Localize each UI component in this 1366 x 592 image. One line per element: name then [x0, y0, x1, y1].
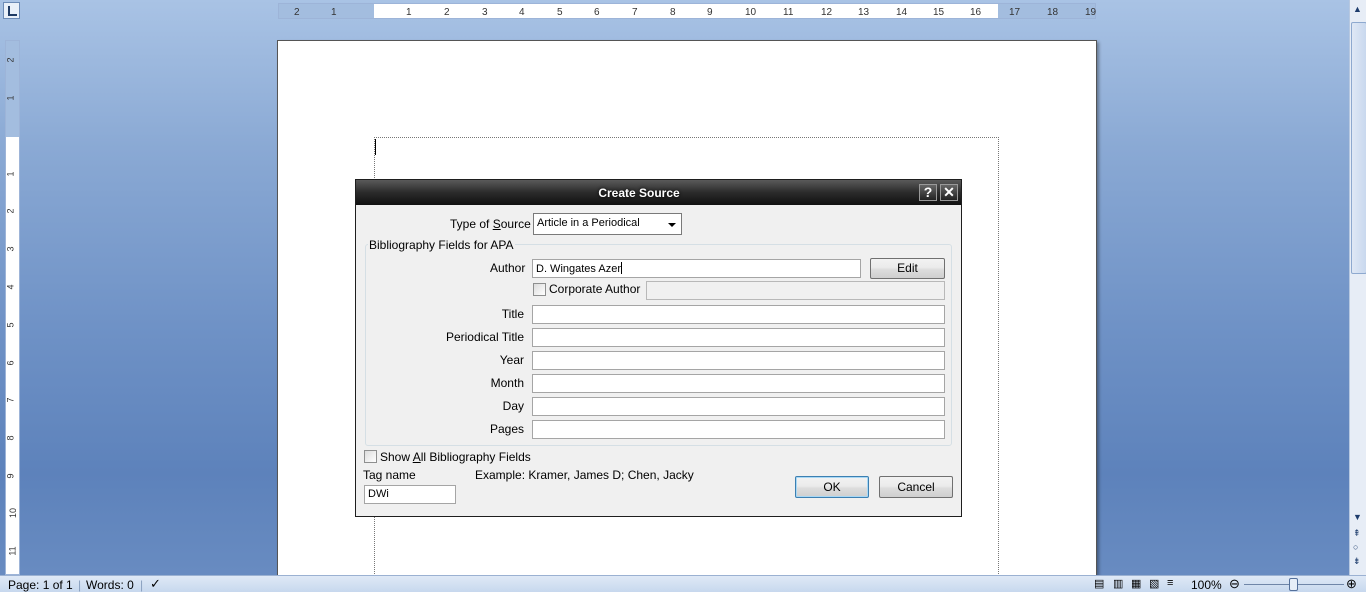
ruler-tick: 16 [970, 7, 982, 18]
zoom-in-icon[interactable]: ⊕ [1346, 576, 1357, 592]
ruler-tick: 12 [821, 7, 833, 18]
ok-button[interactable]: OK [795, 476, 869, 498]
ruler-tick: 6 [5, 360, 16, 366]
year-label: Year [499, 353, 524, 367]
ruler-tick: 18 [1047, 7, 1059, 18]
ruler-tick: 2 [5, 57, 16, 63]
corporate-author-label: Corporate Author [549, 282, 641, 296]
ruler-tick: 2 [294, 7, 300, 18]
ruler-top-margin [6, 41, 19, 137]
ruler-tick: 10 [745, 7, 757, 18]
ruler-tick: 2 [444, 7, 450, 18]
show-all-fields-checkbox[interactable] [364, 450, 377, 463]
word-count[interactable]: Words: 0 [86, 578, 134, 592]
month-label: Month [490, 376, 524, 390]
outline-icon[interactable]: ▧ [1149, 577, 1159, 590]
cancel-button[interactable]: Cancel [879, 476, 953, 498]
edit-author-button[interactable]: Edit [870, 258, 945, 279]
ruler-tick: 1 [406, 7, 412, 18]
ruler-tick: 1 [5, 95, 16, 101]
horizontal-ruler[interactable]: 2 1 1 2 3 4 5 6 7 8 9 10 11 12 13 14 15 16 17 18 19 [278, 3, 1096, 19]
example-text: Example: Kramer, James D; Chen, Jacky [475, 468, 694, 482]
year-field[interactable] [532, 351, 945, 370]
scroll-up-icon[interactable]: ▲ [1353, 4, 1362, 14]
ruler-tick: 7 [5, 397, 16, 403]
vertical-scrollbar[interactable]: ▲ ▼ ⇞ ○ ⇟ [1349, 0, 1366, 575]
ruler-tick: 15 [933, 7, 945, 18]
ruler-tick: 19 [1085, 7, 1097, 18]
periodical-title-field[interactable] [532, 328, 945, 347]
input-caret [620, 262, 622, 274]
pages-label: Pages [489, 422, 524, 436]
ruler-tick: 10 [8, 507, 19, 519]
tag-name-field[interactable]: DWi [364, 485, 456, 504]
ruler-toggle-button[interactable] [3, 2, 20, 19]
draft-icon[interactable]: ≡ [1167, 577, 1173, 589]
dropdown-arrow-icon [668, 223, 676, 227]
text-cursor [375, 139, 376, 155]
ruler-tick: 5 [5, 322, 16, 328]
title-field[interactable] [532, 305, 945, 324]
ruler-tick: 4 [519, 7, 525, 18]
zoom-level[interactable]: 100% [1191, 578, 1222, 592]
full-screen-reading-icon[interactable]: ▥ [1113, 577, 1123, 590]
zoom-slider-thumb[interactable] [1289, 578, 1298, 591]
periodical-title-label: Periodical Title [445, 330, 524, 344]
previous-page-icon[interactable]: ⇞ [1353, 528, 1361, 539]
ruler-tick: 4 [5, 284, 16, 290]
create-source-dialog: Create Source ? ✕ Type of Source Article… [355, 179, 962, 517]
help-button[interactable]: ? [919, 184, 937, 201]
zoom-out-icon[interactable]: ⊖ [1229, 576, 1240, 592]
author-label: Author [490, 261, 526, 275]
ruler-tick: 17 [1009, 7, 1021, 18]
dialog-titlebar[interactable]: Create Source ? ✕ [356, 180, 961, 205]
ruler-tick: 2 [5, 208, 16, 214]
ruler-tick: 5 [557, 7, 563, 18]
author-field[interactable]: D. Wingates Azer [532, 259, 861, 278]
title-label: Title [501, 307, 524, 321]
ruler-tick: 11 [7, 546, 18, 556]
ruler-tick: 11 [783, 7, 794, 18]
scroll-down-icon[interactable]: ▼ [1353, 512, 1362, 522]
ruler-tick: 9 [5, 473, 16, 479]
show-all-fields-label: Show All Bibliography Fields [380, 450, 531, 464]
ruler-tick: 13 [858, 7, 870, 18]
page-count[interactable]: Page: 1 of 1 [8, 578, 73, 592]
status-bar: Page: 1 of 1 | Words: 0 | ✓ ▤ ▥ ▦ ▧ ≡ 10… [0, 575, 1366, 592]
type-of-source-label: Type of Source [450, 217, 531, 231]
web-layout-icon[interactable]: ▦ [1131, 577, 1141, 590]
group-label: Bibliography Fields for APA [368, 238, 515, 252]
next-page-icon[interactable]: ⇟ [1353, 556, 1361, 567]
print-layout-icon[interactable]: ▤ [1094, 577, 1104, 590]
ruler-tick: 8 [670, 7, 676, 18]
browse-object-icon[interactable]: ○ [1353, 542, 1358, 552]
scrollbar-thumb[interactable] [1351, 22, 1366, 274]
pages-field[interactable] [532, 420, 945, 439]
ruler-tick: 14 [896, 7, 908, 18]
day-field[interactable] [532, 397, 945, 416]
corporate-author-checkbox[interactable] [533, 283, 546, 296]
ruler-tick: 3 [5, 246, 16, 252]
type-of-source-select[interactable]: Article in a Periodical [533, 213, 682, 235]
corporate-author-field[interactable] [646, 281, 945, 300]
month-field[interactable] [532, 374, 945, 393]
ruler-tick: 1 [5, 171, 16, 177]
close-button[interactable]: ✕ [940, 184, 958, 201]
dialog-title: Create Source [598, 186, 680, 200]
ruler-tick: 7 [632, 7, 638, 18]
proofing-icon[interactable]: ✓ [150, 576, 161, 592]
tab-stop-icon [8, 6, 17, 16]
ruler-tick: 9 [707, 7, 713, 18]
ruler-tick: 1 [331, 7, 337, 18]
day-label: Day [502, 399, 524, 413]
ruler-tick: 6 [594, 7, 600, 18]
tag-name-label: Tag name [363, 468, 416, 482]
ruler-tick: 3 [482, 7, 488, 18]
ruler-tick: 8 [5, 435, 16, 441]
vertical-ruler[interactable]: 2 1 1 2 3 4 5 6 7 8 9 10 11 [5, 40, 20, 575]
